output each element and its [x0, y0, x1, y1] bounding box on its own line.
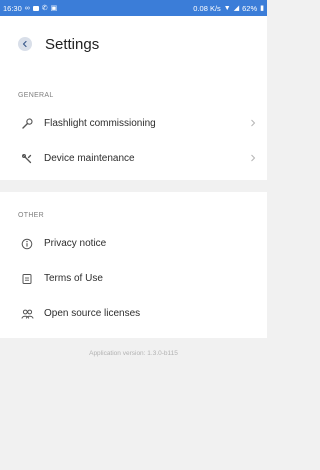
device-maintenance-item[interactable]: Device maintenance [0, 141, 267, 176]
terms-of-use-item[interactable]: Terms of Use [0, 261, 267, 296]
gallery-icon: ▣ [50, 4, 58, 12]
status-bar-left: 16:30 ∞ ✆ ▣ [3, 4, 57, 13]
signal-icon: ◢ [233, 4, 240, 12]
network-speed: 0.08 K/s [193, 3, 221, 13]
privacy-notice-label: Privacy notice [44, 238, 107, 249]
tools-icon [20, 152, 34, 166]
battery-icon: ▮ [260, 4, 264, 12]
document-icon [20, 272, 34, 286]
back-button[interactable] [18, 37, 32, 51]
infinity-icon: ∞ [24, 4, 30, 12]
wifi-icon: ▼ [223, 4, 231, 12]
wrench-icon [20, 117, 34, 131]
general-section: GENERAL Flashlight commissioning Device … [0, 72, 267, 180]
terms-of-use-label: Terms of Use [44, 273, 103, 284]
flashlight-commissioning-item[interactable]: Flashlight commissioning [0, 106, 267, 141]
device-maintenance-label: Device maintenance [44, 153, 135, 164]
app-bar: Settings [0, 16, 267, 72]
open-source-licenses-label: Open source licenses [44, 308, 141, 319]
status-bar-right: 0.08 K/s ▼ ◢ 62% ▮ [193, 4, 264, 13]
general-heading: GENERAL [18, 92, 54, 99]
privacy-notice-item[interactable]: Privacy notice [0, 226, 267, 261]
other-heading: OTHER [18, 212, 44, 219]
chevron-right-icon [247, 117, 259, 129]
status-bar: 16:30 ∞ ✆ ▣ 0.08 K/s ▼ ◢ 62% ▮ [0, 0, 267, 16]
chevron-left-icon [22, 40, 27, 48]
open-source-licenses-item[interactable]: Open source licenses [0, 296, 267, 331]
notification-icon [32, 5, 39, 11]
flashlight-commissioning-label: Flashlight commissioning [44, 118, 156, 129]
chevron-right-icon [247, 152, 259, 164]
battery-level: 62% [242, 3, 258, 13]
status-time: 16:30 [3, 3, 22, 13]
page-title: Settings [45, 35, 100, 53]
phone-icon: ✆ [41, 4, 48, 12]
app-version: Application version: 1.3.0-b115 [89, 350, 178, 357]
people-icon [20, 307, 34, 321]
other-section: OTHER Privacy notice Terms of Use Open s… [0, 192, 267, 338]
info-icon [20, 237, 34, 251]
